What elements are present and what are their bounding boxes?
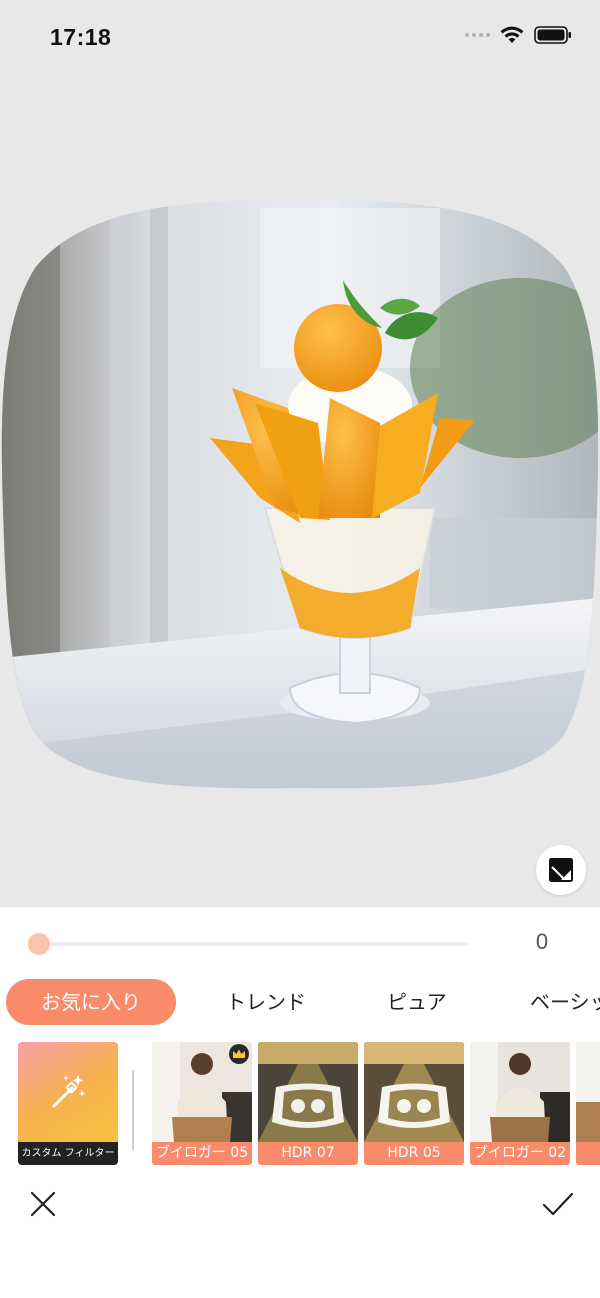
filter-item-hdr-05[interactable]: HDR 05	[364, 1042, 464, 1165]
filter-label: HDR 07	[258, 1142, 358, 1165]
status-bar: 17:18	[0, 0, 600, 76]
premium-crown-icon	[229, 1044, 249, 1064]
filter-label: ブイ	[576, 1142, 600, 1165]
wifi-icon	[500, 26, 524, 43]
filter-thumbnail	[576, 1042, 600, 1142]
filter-label: ブイロガー 05	[152, 1142, 252, 1165]
filter-thumbnail	[258, 1042, 358, 1142]
slider-track[interactable]	[28, 942, 468, 946]
intensity-slider[interactable]	[28, 933, 468, 955]
filter-strip: カスタム フィルター ブイロガー 05 HDR 07 HDR 05 ブイロガー …	[0, 1042, 600, 1166]
slider-thumb[interactable]	[28, 933, 50, 955]
cancel-button[interactable]	[28, 1189, 58, 1219]
confirm-button[interactable]	[542, 1189, 574, 1219]
filter-category-tabs: お気に入り トレンド ピュア ベーシック	[0, 979, 600, 1027]
compare-icon	[549, 858, 573, 882]
signal-icon	[465, 33, 490, 37]
tab-pure[interactable]: ピュア	[387, 979, 447, 1025]
photo-preview[interactable]	[0, 188, 600, 790]
tab-trend[interactable]: トレンド	[226, 979, 306, 1025]
close-icon	[30, 1191, 56, 1217]
check-icon	[542, 1192, 574, 1216]
editor-canvas: 17:18	[0, 0, 600, 907]
filter-label: ブイロガー 02	[470, 1142, 570, 1165]
filter-divider	[132, 1070, 134, 1150]
status-time: 17:18	[50, 24, 112, 50]
status-icons	[465, 26, 572, 44]
custom-filter-button[interactable]: カスタム フィルター	[18, 1042, 118, 1165]
slider-value: 0	[535, 929, 549, 954]
filter-item-hdr-07[interactable]: HDR 07	[258, 1042, 358, 1165]
parfait-photo	[1, 199, 599, 789]
filter-item-vlogger-02[interactable]: ブイロガー 02	[470, 1042, 570, 1165]
filter-label: HDR 05	[364, 1142, 464, 1165]
compare-button[interactable]	[536, 845, 586, 895]
filter-thumbnail	[470, 1042, 570, 1142]
filter-panel: 0 お気に入り トレンド ピュア ベーシック カスタム フィルター	[0, 907, 600, 1298]
custom-filter-label: カスタム フィルター	[18, 1142, 118, 1165]
tab-favorites[interactable]: お気に入り	[6, 979, 176, 1025]
filter-thumbnail	[364, 1042, 464, 1142]
tab-basic[interactable]: ベーシック	[530, 979, 600, 1025]
magic-wand-icon	[52, 1075, 86, 1108]
filter-item-vlogger-05[interactable]: ブイロガー 05	[152, 1042, 252, 1165]
battery-icon	[534, 26, 571, 44]
filter-item-vlogger-partial[interactable]: ブイ	[576, 1042, 600, 1165]
